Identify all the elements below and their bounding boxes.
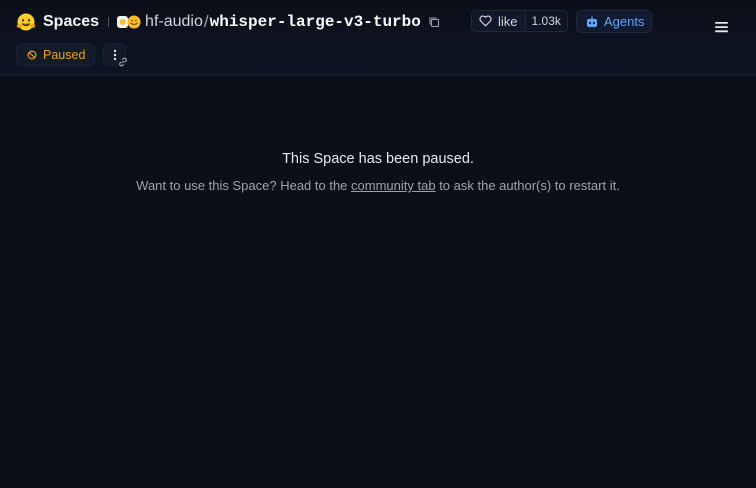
status-badge[interactable]: Paused [16, 43, 96, 66]
header-divider [108, 17, 110, 27]
like-button[interactable]: like [472, 11, 525, 31]
paused-description: Want to use this Space? Head to the comm… [0, 177, 756, 195]
paused-title: This Space has been paused. [282, 151, 474, 167]
status-label: Paused [43, 47, 86, 62]
top-header: Spaces hf-audio / whisper-large-v3-turbo [0, 0, 756, 76]
paused-message: This Space has been paused. Want to use … [0, 150, 756, 195]
org-name-link[interactable]: hf-audio [145, 13, 203, 31]
paused-description-text: Want to use this Space? Head to the [136, 178, 352, 193]
agents-label: Agents [604, 14, 645, 29]
spaces-link[interactable]: Spaces [43, 13, 99, 31]
community-tab-link[interactable]: community tab [351, 178, 436, 193]
paused-circle-icon [27, 49, 37, 60]
space-name-link[interactable]: whisper-large-v3-turbo [210, 13, 421, 31]
path-separator: / [203, 12, 209, 31]
agents-button[interactable]: Agents [576, 10, 652, 33]
robot-icon [587, 16, 597, 27]
like-group: like 1.03k [471, 10, 568, 32]
heart-icon [479, 15, 492, 27]
repo-title-row: Spaces hf-audio / whisper-large-v3-turbo [16, 10, 440, 34]
status-row: Paused [16, 43, 128, 67]
like-label: like [498, 13, 518, 29]
paused-description-text-end: to ask the author(s) to restart it. [435, 178, 620, 193]
huggingface-logo-icon[interactable] [16, 12, 36, 32]
more-options-button[interactable] [103, 43, 128, 67]
org-avatar-icon[interactable] [117, 15, 142, 29]
copy-icon[interactable] [428, 16, 440, 28]
link-icon [119, 57, 128, 67]
like-count[interactable]: 1.03k [524, 11, 567, 31]
hamburger-menu-icon[interactable] [714, 20, 730, 34]
